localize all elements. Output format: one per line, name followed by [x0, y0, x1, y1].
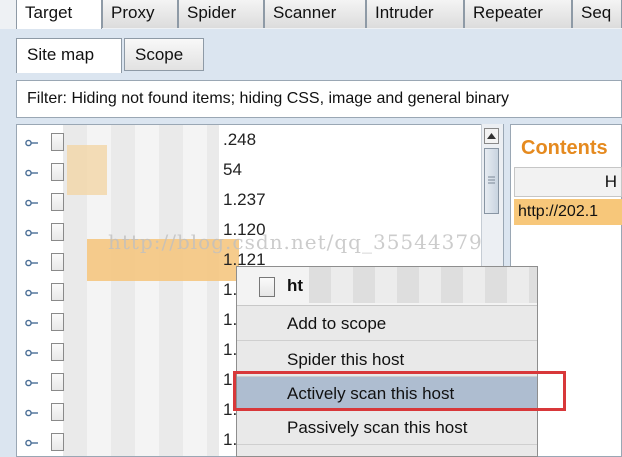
- host-document-icon: [51, 373, 64, 391]
- expand-key-icon[interactable]: [25, 286, 38, 298]
- tab-scanner[interactable]: Scanner: [264, 0, 366, 28]
- tree-row[interactable]: 54: [17, 157, 477, 187]
- expand-key-icon[interactable]: [25, 256, 38, 268]
- expand-key-icon[interactable]: [25, 196, 38, 208]
- tab-intruder[interactable]: Intruder: [366, 0, 464, 28]
- host-document-icon: [51, 163, 64, 181]
- scroll-up-arrow-icon[interactable]: [484, 128, 499, 144]
- context-menu-host-label: ht: [287, 276, 304, 295]
- expand-key-icon[interactable]: [25, 346, 38, 358]
- subtab-site-map[interactable]: Site map: [16, 38, 122, 73]
- host-document-icon: [51, 343, 64, 361]
- contents-title: Contents: [521, 137, 608, 159]
- host-ip-suffix: .248: [223, 130, 257, 149]
- host-document-icon: [51, 253, 64, 271]
- subtab-scope[interactable]: Scope: [124, 38, 204, 71]
- expand-key-icon[interactable]: [25, 316, 38, 328]
- context-menu-header: ht: [237, 267, 537, 306]
- host-document-icon: [51, 223, 64, 241]
- menu-item-passive-scan[interactable]: Passively scan this host: [237, 411, 537, 445]
- expand-key-icon[interactable]: [25, 136, 38, 148]
- expand-key-icon[interactable]: [25, 436, 38, 448]
- host-ip-suffix: 54: [223, 160, 242, 179]
- host-document-icon: [51, 433, 64, 451]
- host-document-icon: [51, 133, 64, 151]
- contents-row-url[interactable]: http://202.1: [514, 199, 622, 225]
- expand-key-icon[interactable]: [25, 406, 38, 418]
- expand-key-icon[interactable]: [25, 166, 38, 178]
- scrollbar-thumb[interactable]: [484, 148, 499, 214]
- tab-repeater[interactable]: Repeater: [464, 0, 572, 28]
- host-document-icon: [51, 193, 64, 211]
- filter-text: Filter: Hiding not found items; hiding C…: [27, 90, 510, 107]
- tab-target[interactable]: Target: [16, 0, 102, 30]
- menu-item-add-to-scope[interactable]: Add to scope: [237, 307, 537, 341]
- host-document-icon: [51, 313, 64, 331]
- host-ip-suffix: 1.237: [223, 190, 266, 209]
- tree-row[interactable]: 1.237: [17, 187, 477, 217]
- redacted-host: [309, 267, 537, 303]
- document-icon: [259, 277, 275, 297]
- host-document-icon: [51, 403, 64, 421]
- host-document-icon: [51, 283, 64, 301]
- tab-sequencer[interactable]: Seq: [572, 0, 622, 28]
- tree-row[interactable]: .248: [17, 127, 477, 157]
- main-tab-bar: Target Proxy Spider Scanner Intruder Rep…: [0, 0, 622, 30]
- expand-key-icon[interactable]: [25, 376, 38, 388]
- tab-spider[interactable]: Spider: [178, 0, 264, 28]
- annotation-highlight-box: [233, 371, 566, 411]
- filter-bar[interactable]: Filter: Hiding not found items; hiding C…: [16, 80, 622, 118]
- context-menu: ht Add to scope Spider this host Activel…: [236, 266, 538, 457]
- watermark: http://blog.csdn.net/qq_35544379: [108, 230, 483, 254]
- contents-column-header[interactable]: H: [514, 167, 622, 197]
- tab-proxy[interactable]: Proxy: [102, 0, 178, 28]
- expand-key-icon[interactable]: [25, 226, 38, 238]
